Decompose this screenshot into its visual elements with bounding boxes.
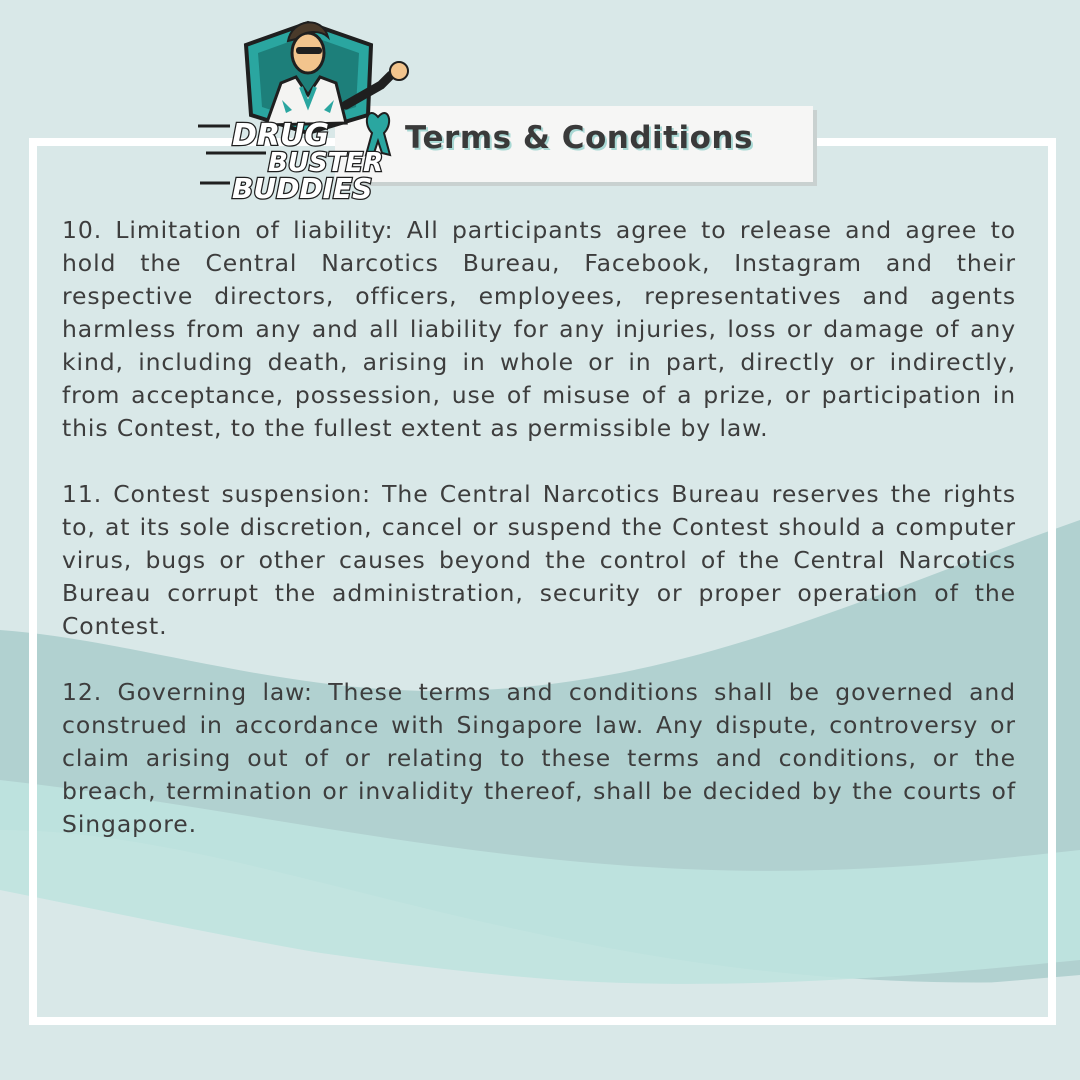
drug-buster-buddies-logo: DRUG BUSTER BUDDIES [198, 20, 409, 205]
page-title: Terms & Conditions [405, 120, 753, 156]
logo-word-buddies: BUDDIES [232, 172, 372, 205]
clause-12: 12. Governing law: These terms and condi… [62, 678, 1016, 838]
terms-body: 10. Limitation of liability: All partici… [62, 214, 1016, 874]
clause-11: 11. Contest suspension: The Central Narc… [62, 480, 1016, 640]
clause-10: 10. Limitation of liability: All partici… [62, 216, 1016, 442]
